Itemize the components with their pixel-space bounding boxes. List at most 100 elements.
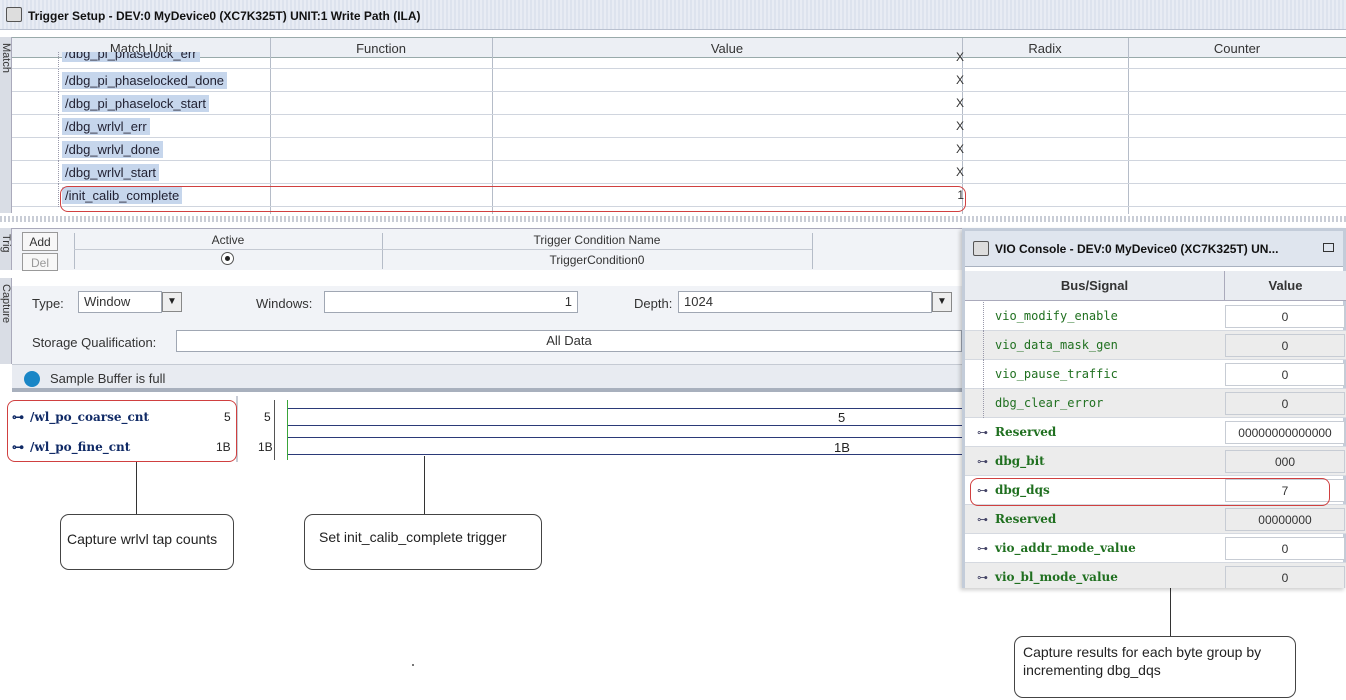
signal-value-field[interactable]: 0 [1225,363,1345,386]
bus-name: vio_bl_mode_value [995,570,1118,584]
status-bar: Sample Buffer is full [12,364,962,392]
tree-line [983,331,984,360]
callout-connector [424,456,425,514]
vio-title-bar: VIO Console - DEV:0 MyDevice0 (XC7K325T)… [965,231,1343,267]
tree-line [983,360,984,389]
storage-qualification-field[interactable]: All Data [176,330,962,352]
tab-capture-label: Capture [0,284,12,324]
depth-select[interactable]: 1024 [678,291,932,313]
tree-line [58,184,59,207]
match-value[interactable]: X [956,52,964,64]
windows-field[interactable]: 1 [324,291,578,313]
chevron-down-icon[interactable]: ▼ [932,292,952,312]
table-row[interactable]: /dbg_wrlvl_start X [12,161,1346,184]
status-dot-icon [24,371,40,387]
signal-name: dbg_clear_error [995,396,1104,410]
app-icon [6,7,22,22]
window-title-bar: Trigger Setup - DEV:0 MyDevice0 (XC7K325… [0,0,1346,30]
bus-icon[interactable]: ⊶ [977,426,988,439]
highlight-init-calib-row [60,186,966,212]
tab-match-label: Match [0,43,12,73]
table-row[interactable]: /dbg_pi_phaselock_start X [12,92,1346,115]
vio-window-title: VIO Console - DEV:0 MyDevice0 (XC7K325T)… [995,242,1279,256]
table-row[interactable]: /dbg_pi_phaselocked_done X [12,69,1346,92]
waveform-trace [288,454,962,455]
trigger-condition-panel: Add Del Active Trigger Condition Name Tr… [12,228,962,271]
vio-console-window: VIO Console - DEV:0 MyDevice0 (XC7K325T)… [962,228,1346,588]
del-button[interactable]: Del [22,253,58,271]
list-item[interactable]: vio_modify_enable 0 [965,302,1346,331]
trigger-condition-name[interactable]: TriggerCondition0 [382,253,812,267]
trigger-marker-line [287,400,288,460]
signal-name: vio_pause_traffic [995,367,1118,381]
depth-label: Depth: [634,296,673,311]
type-label: Type: [32,296,64,311]
bus-icon[interactable]: ⊶ [977,571,988,584]
capture-panel: Type: Window ▼ Windows: 1 Depth: 1024 ▼ … [12,286,962,366]
list-item[interactable]: ⊶ Reserved 00000000000000 [965,418,1346,447]
chevron-down-icon[interactable]: ▼ [162,292,182,312]
tab-match[interactable]: Match [0,37,12,213]
match-value[interactable]: X [956,119,964,133]
restore-icon[interactable] [1323,243,1334,252]
splitter[interactable] [0,216,1346,222]
bus-name: vio_addr_mode_value [995,541,1136,555]
speck [412,664,414,666]
signal-value-field[interactable]: 0 [1225,566,1345,588]
active-radio[interactable] [221,252,234,265]
list-item[interactable]: dbg_clear_error 0 [965,389,1346,418]
tree-line [58,115,59,138]
table-row[interactable]: /dbg_wrlvl_done X [12,138,1346,161]
signal-value-field[interactable]: 000 [1225,450,1345,473]
header-value[interactable]: Value [1224,271,1346,301]
table-row[interactable]: /dbg_pi_phaselock_err X [12,52,1346,69]
match-value[interactable]: X [956,165,964,179]
match-unit-name: /dbg_pi_phaselock_err [62,52,200,62]
list-item[interactable]: vio_pause_traffic 0 [965,360,1346,389]
match-unit-name: /dbg_wrlvl_start [62,164,160,181]
table-row[interactable]: /dbg_wrlvl_err X [12,115,1346,138]
add-button[interactable]: Add [22,232,58,251]
bus-icon[interactable]: ⊶ [977,513,988,526]
bus-name: Reserved [995,512,1057,526]
column-divider [812,233,813,269]
match-value[interactable]: X [956,96,964,110]
match-value[interactable]: X [956,73,964,87]
list-item[interactable]: ⊶ dbg_bit 000 [965,447,1346,476]
signal-value-field[interactable]: 00000000000000 [1225,421,1345,444]
bus-icon[interactable]: ⊶ [977,455,988,468]
list-item[interactable]: ⊶ vio_addr_mode_value 0 [965,534,1346,563]
callout-wrlvl-tap-counts: Capture wrlvl tap counts [60,514,234,570]
match-value[interactable]: X [956,142,964,156]
active-header: Active [211,233,245,247]
highlight-wrlvl-signals [7,400,237,462]
tree-line [58,52,59,68]
tab-trig[interactable]: Trig [0,228,12,270]
match-unit-name: /dbg_pi_phaselock_start [62,95,209,112]
waveform-trace [288,408,962,409]
signal-value-field[interactable]: 00000000 [1225,508,1345,531]
bus-icon[interactable]: ⊶ [977,542,988,555]
windows-label: Windows: [256,296,313,311]
callout-init-calib-trigger: Set init_calib_complete trigger [304,514,542,570]
tree-line [983,302,984,331]
cursor-line[interactable] [274,400,275,460]
vio-signal-list: vio_modify_enable 0 vio_data_mask_gen 0 … [965,302,1346,588]
header-bus-signal[interactable]: Bus/Signal [965,271,1224,301]
callout-dbg-dqs: Capture results for each byte group by i… [1014,636,1296,698]
bus-name: dbg_bit [995,454,1045,468]
list-item[interactable]: ⊶ Reserved 00000000 [965,505,1346,534]
waveform-trace [288,425,962,426]
tree-line [58,92,59,115]
signal-value-field[interactable]: 0 [1225,334,1345,357]
list-item[interactable]: vio_data_mask_gen 0 [965,331,1346,360]
trigger-name-header: Trigger Condition Name [533,233,661,247]
signal-value-field[interactable]: 0 [1225,537,1345,560]
tab-capture[interactable]: Capture [0,278,12,364]
type-select[interactable]: Window [78,291,162,313]
match-unit-name: /dbg_wrlvl_err [62,118,150,135]
signal-value-field[interactable]: 0 [1225,392,1345,415]
callout-connector [136,462,137,514]
list-item[interactable]: ⊶ vio_bl_mode_value 0 [965,563,1346,588]
signal-value-field[interactable]: 0 [1225,305,1345,328]
